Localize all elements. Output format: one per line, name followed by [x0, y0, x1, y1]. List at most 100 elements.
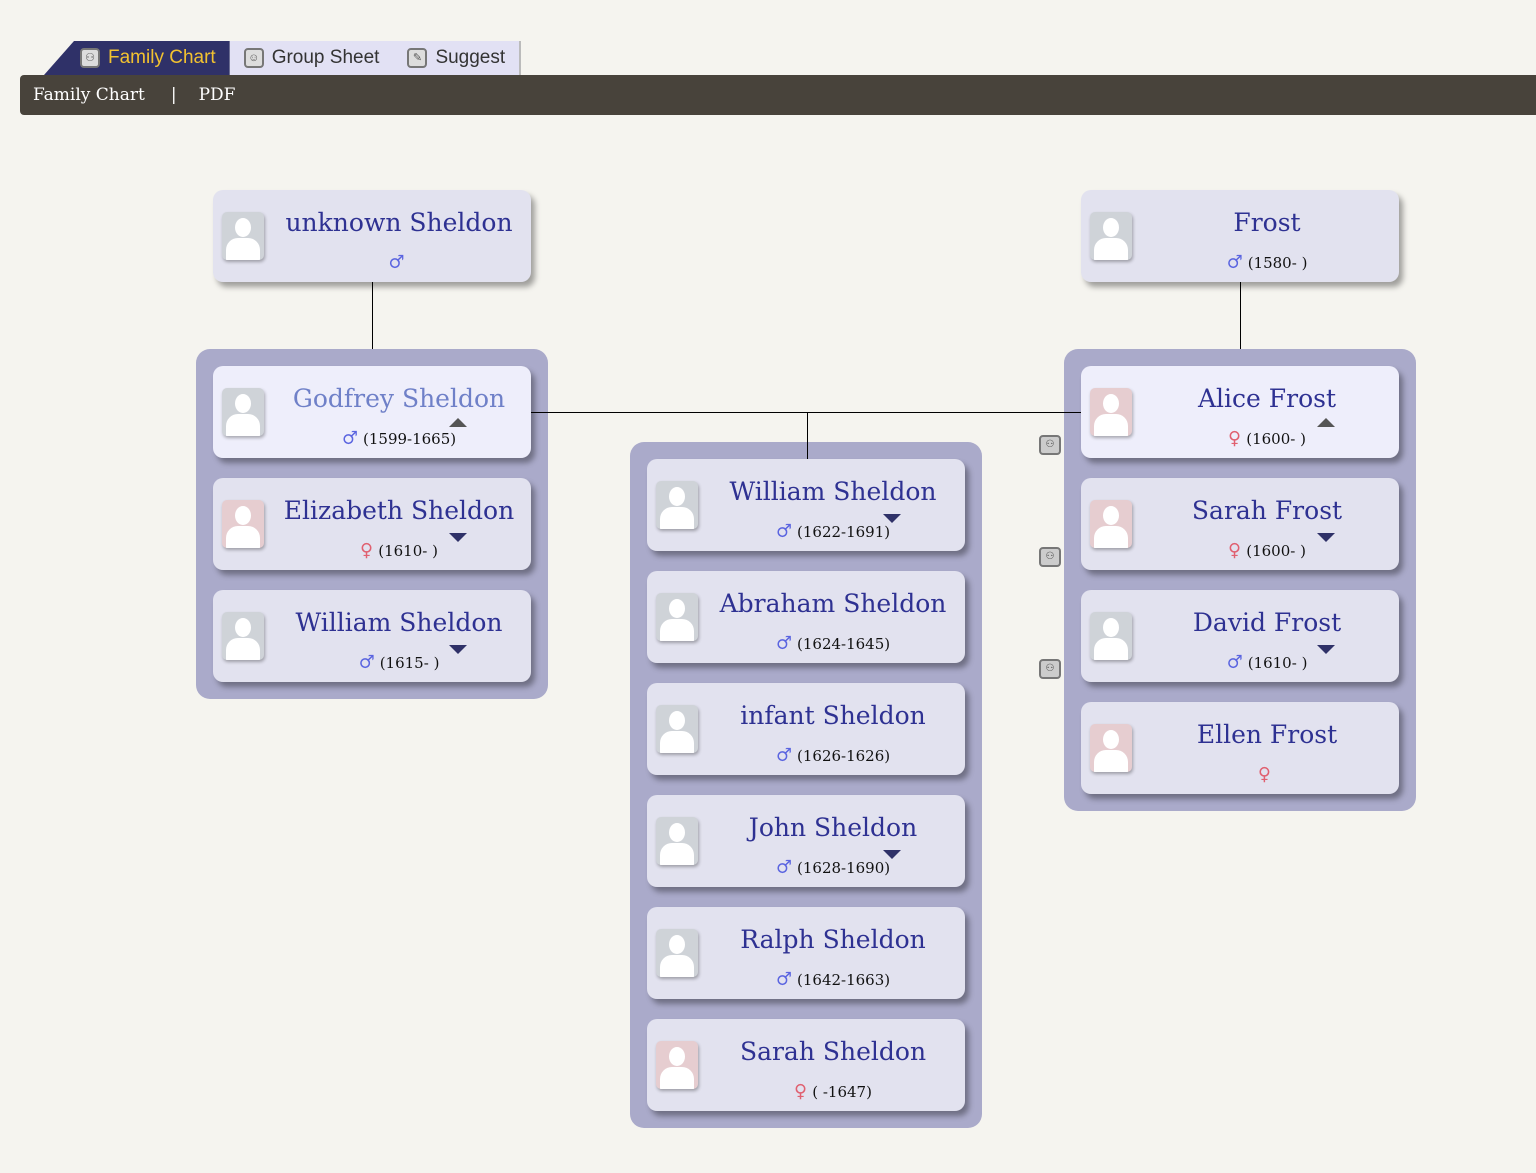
person-info: ♂ (1610- )	[1141, 652, 1393, 673]
person-name[interactable]: Ralph Sheldon	[707, 925, 959, 954]
person-card[interactable]: infant Sheldon ♂ (1626-1626)	[647, 683, 965, 775]
person-card[interactable]: William Sheldon ♂ (1615- )	[213, 590, 531, 682]
collapse-arrow-icon[interactable]	[449, 418, 467, 427]
person-card[interactable]: Sarah Sheldon ♀( -1647)	[647, 1019, 965, 1111]
person-dates: (1628-1690)	[797, 859, 891, 877]
person-card[interactable]: Sarah Frost ♀ (1600- )	[1081, 478, 1399, 570]
person-name[interactable]: John Sheldon	[707, 813, 959, 842]
family-chart-icon[interactable]: ⚇	[1039, 547, 1061, 567]
expand-arrow-icon[interactable]	[449, 533, 467, 542]
person-card[interactable]: unknown Sheldon ♂	[213, 190, 531, 282]
toolbar: Family Chart | PDF	[20, 75, 1536, 115]
male-icon: ♂	[775, 857, 792, 878]
person-name[interactable]: infant Sheldon	[707, 701, 959, 730]
family-chart-icon: ⚇	[80, 48, 100, 68]
avatar	[656, 929, 698, 977]
expand-arrow-icon[interactable]	[883, 514, 901, 523]
female-icon: ♀	[1228, 540, 1242, 561]
person-dates: (1642-1663)	[797, 971, 891, 989]
avatar	[222, 388, 264, 436]
person-info: ♂ (1626-1626)	[707, 745, 959, 766]
person-dates: (1599-1665)	[363, 430, 457, 448]
avatar	[222, 212, 264, 260]
person-dates: (1610- )	[378, 542, 438, 560]
person-card[interactable]: Ralph Sheldon ♂ (1642-1663)	[647, 907, 965, 999]
female-icon: ♀	[360, 540, 374, 561]
person-card[interactable]: Ellen Frost ♀	[1081, 702, 1399, 794]
person-name[interactable]: Sarah Frost	[1141, 496, 1393, 525]
male-icon: ♂	[341, 428, 358, 449]
person-card[interactable]: Abraham Sheldon ♂ (1624-1645)	[647, 571, 965, 663]
person-name[interactable]: Godfrey Sheldon	[273, 384, 525, 413]
person-dates: (1600- )	[1246, 430, 1306, 448]
person-name[interactable]: Elizabeth Sheldon	[273, 496, 525, 525]
avatar	[656, 481, 698, 529]
male-icon: ♂	[1226, 252, 1243, 273]
avatar	[222, 612, 264, 660]
person-info: ♀ (1610- )	[273, 540, 525, 561]
expand-arrow-icon[interactable]	[1317, 533, 1335, 542]
person-name[interactable]: David Frost	[1141, 608, 1393, 637]
tab-bar: ⚇ Family Chart ☺ Group Sheet ✎ Suggest	[44, 41, 522, 75]
person-name[interactable]: Alice Frost	[1141, 384, 1393, 413]
person-info: ♂ (1628-1690)	[707, 857, 959, 878]
person-info: ♂ (1622-1691)	[707, 521, 959, 542]
suggest-icon: ✎	[407, 48, 428, 68]
person-card[interactable]: Alice Frost ♀ (1600- )	[1081, 366, 1399, 458]
family-chart-icon[interactable]: ⚇	[1039, 659, 1061, 679]
person-card[interactable]: Elizabeth Sheldon ♀ (1610- )	[213, 478, 531, 570]
group-sheet-icon: ☺	[243, 48, 264, 68]
person-name[interactable]: William Sheldon	[273, 608, 525, 637]
person-card[interactable]: John Sheldon ♂ (1628-1690)	[647, 795, 965, 887]
pdf-link[interactable]: PDF	[177, 85, 236, 105]
person-info: ♂ (1580- )	[1141, 252, 1393, 273]
person-info: ♂	[273, 252, 525, 273]
tab-suggest[interactable]: ✎ Suggest	[393, 41, 522, 75]
person-info: ♀	[1141, 764, 1393, 785]
tab-label: Suggest	[435, 47, 506, 68]
male-icon: ♂	[775, 521, 792, 542]
person-info: ♀ (1600- )	[1141, 540, 1393, 561]
person-card[interactable]: David Frost ♂ (1610- )	[1081, 590, 1399, 682]
male-icon: ♂	[775, 969, 792, 990]
avatar	[1090, 500, 1132, 548]
separator: |	[170, 85, 177, 105]
person-dates: (1600- )	[1246, 542, 1306, 560]
person-name[interactable]: Sarah Sheldon	[707, 1037, 959, 1066]
avatar	[656, 817, 698, 865]
person-name[interactable]: William Sheldon	[707, 477, 959, 506]
male-icon: ♂	[358, 652, 375, 673]
expand-arrow-icon[interactable]	[449, 645, 467, 654]
person-card[interactable]: Godfrey Sheldon ♂ (1599-1665)	[213, 366, 531, 458]
person-info: ♂ (1615- )	[273, 652, 525, 673]
male-icon: ♂	[388, 252, 405, 273]
person-name[interactable]: unknown Sheldon	[273, 208, 525, 237]
tab-group-sheet[interactable]: ☺ Group Sheet	[229, 41, 394, 75]
person-info: ♀( -1647)	[707, 1081, 959, 1102]
person-dates: (1610- )	[1247, 654, 1308, 672]
collapse-arrow-icon[interactable]	[1317, 418, 1335, 427]
person-info: ♀ (1600- )	[1141, 428, 1393, 449]
avatar	[1090, 388, 1132, 436]
female-icon: ♀	[794, 1081, 808, 1102]
tab-family-chart[interactable]: ⚇ Family Chart	[44, 41, 230, 75]
avatar	[1090, 724, 1132, 772]
person-name[interactable]: Ellen Frost	[1141, 720, 1393, 749]
connector-line	[807, 412, 808, 459]
person-dates: ( -1647)	[812, 1083, 872, 1101]
person-card[interactable]: Frost ♂ (1580- )	[1081, 190, 1399, 282]
person-name[interactable]: Abraham Sheldon	[707, 589, 959, 618]
family-chart-icon[interactable]: ⚇	[1039, 435, 1061, 455]
family-chart-link[interactable]: Family Chart	[20, 85, 145, 105]
expand-arrow-icon[interactable]	[1317, 645, 1335, 654]
male-icon: ♂	[775, 633, 792, 654]
person-info: ♂ (1642-1663)	[707, 969, 959, 990]
tab-label: Family Chart	[108, 47, 216, 68]
person-card[interactable]: William Sheldon ♂ (1622-1691)	[647, 459, 965, 551]
avatar	[1090, 612, 1132, 660]
expand-arrow-icon[interactable]	[883, 850, 901, 859]
avatar	[656, 1041, 698, 1089]
person-dates: (1580- )	[1247, 254, 1308, 272]
person-name[interactable]: Frost	[1141, 208, 1393, 237]
male-icon: ♂	[1226, 652, 1243, 673]
